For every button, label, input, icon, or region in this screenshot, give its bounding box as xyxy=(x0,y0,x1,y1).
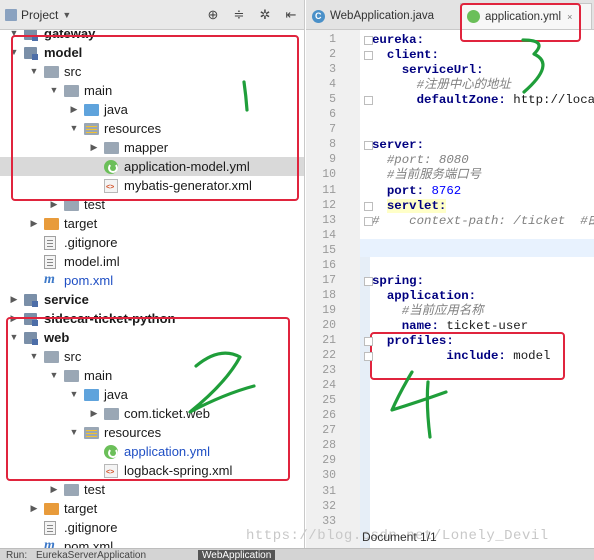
handwritten-number-2 xyxy=(188,351,256,414)
handwritten-annotations xyxy=(188,38,545,439)
fold-marker-icon[interactable] xyxy=(364,36,373,45)
handwritten-number-4 xyxy=(390,370,448,439)
fold-marker-icon[interactable] xyxy=(364,201,373,211)
handwritten-number-1 xyxy=(242,80,249,112)
project-view-title[interactable]: Project xyxy=(21,8,58,22)
settings-icon[interactable]: ✲ xyxy=(256,6,274,24)
fold-marker-icon[interactable] xyxy=(364,51,373,61)
fold-marker-icon[interactable] xyxy=(364,276,373,286)
handwritten-number-3 xyxy=(521,38,545,94)
fold-marker-icon[interactable] xyxy=(364,96,373,106)
project-view-icon xyxy=(5,8,17,21)
fold-marker-icon[interactable] xyxy=(364,216,373,226)
fold-marker-icon[interactable] xyxy=(364,352,373,362)
chevron-down-icon[interactable]: ▼ xyxy=(62,10,71,20)
hide-icon[interactable]: ⇤ xyxy=(282,6,300,24)
crosshair-icon[interactable]: ⊕ xyxy=(204,6,222,24)
project-panel-header: Project ▼ ⊕ ≑ ✲ ⇤ xyxy=(0,0,304,30)
fold-marker-icon[interactable] xyxy=(364,141,373,151)
collapse-all-icon[interactable]: ≑ xyxy=(230,6,248,24)
fold-marker-icon[interactable] xyxy=(364,337,373,346)
project-toolbar: ⊕ ≑ ✲ ⇤ xyxy=(204,6,300,24)
